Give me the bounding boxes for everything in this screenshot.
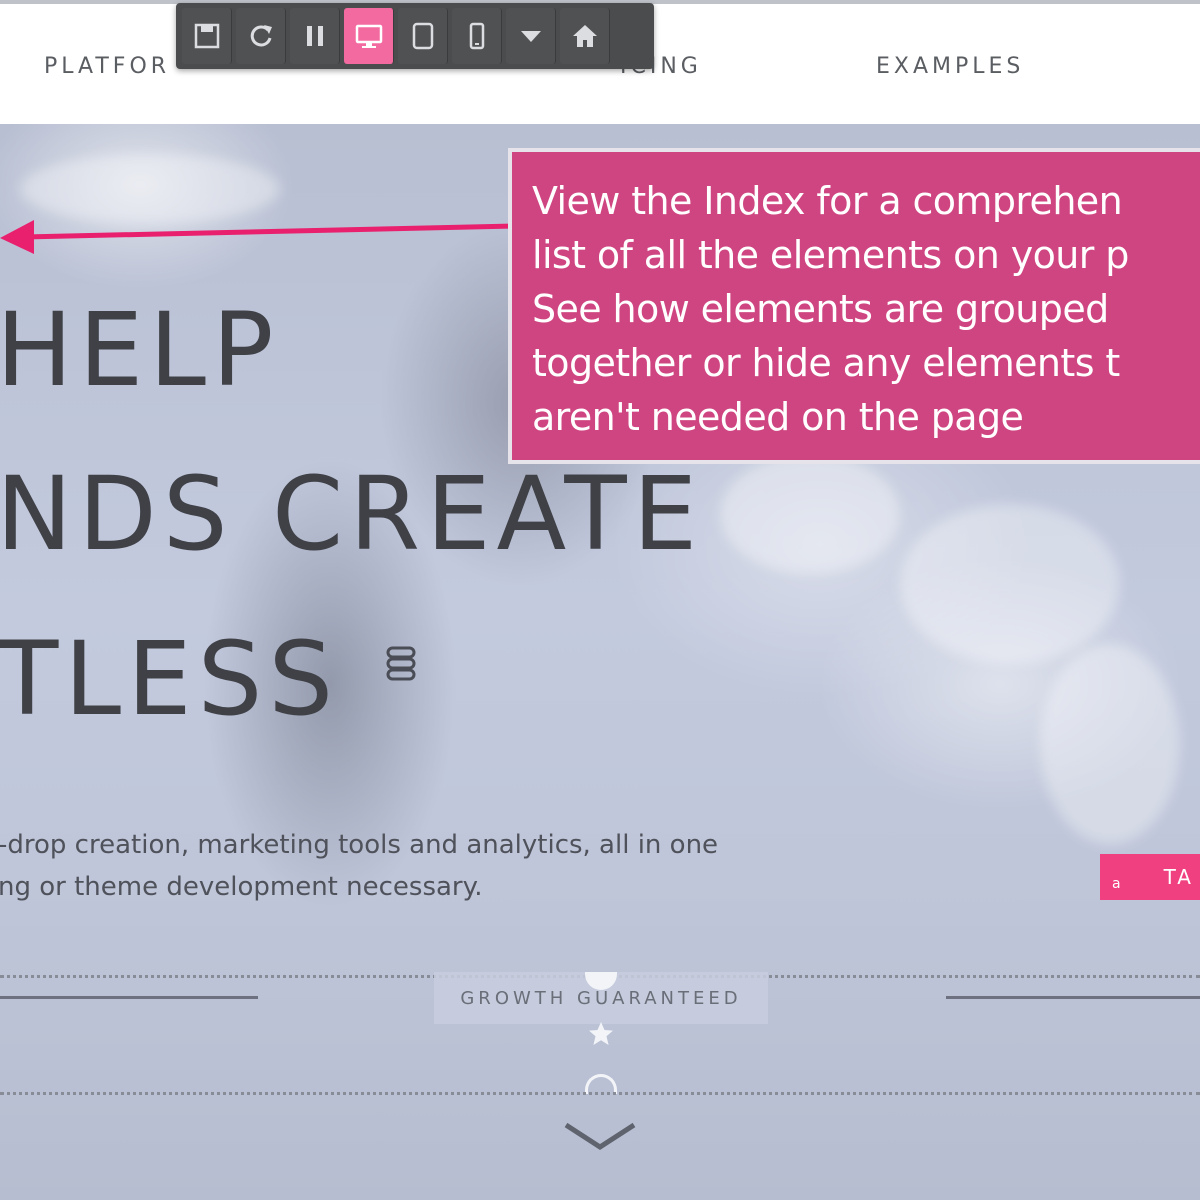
pause-button[interactable] (290, 8, 340, 64)
phone-view-button[interactable] (452, 8, 502, 64)
cta-small-label: a (1112, 876, 1124, 892)
background-blob (720, 454, 900, 574)
home-icon (572, 25, 597, 47)
dropdown-icon (520, 31, 541, 42)
nav-link-examples[interactable]: EXAMPLES (876, 54, 1024, 79)
nav-link-platform[interactable]: PLATFOR (44, 54, 170, 79)
tooltip-line: See how elements are grouped (532, 287, 1109, 331)
tooltip-line: View the Index for a comprehen (532, 179, 1123, 223)
dotted-divider (0, 1092, 1200, 1095)
hero-subtext-line-2: ng or theme development necessary. (0, 872, 483, 902)
hero-heading-line-3: TLESS (0, 620, 340, 739)
divider-line-left (0, 996, 258, 999)
tablet-icon (412, 22, 433, 50)
phone-icon (469, 22, 484, 50)
circle-ornament-icon (585, 1074, 617, 1094)
refresh-button[interactable] (236, 8, 286, 64)
divider-line-right (946, 996, 1200, 999)
star-icon (589, 1022, 613, 1045)
home-button[interactable] (560, 8, 610, 64)
save-button[interactable] (182, 8, 232, 64)
hero-subtext-line-1: -drop creation, marketing tools and anal… (0, 830, 719, 860)
hero-heading-line-2: NDS CREATE (0, 455, 704, 574)
tablet-view-button[interactable] (398, 8, 448, 64)
index-tooltip: View the Index for a comprehen list of a… (508, 148, 1200, 464)
tooltip-arrow-icon (0, 220, 517, 254)
pause-icon (306, 26, 323, 46)
background-blob (900, 504, 1120, 664)
tooltip-line: together or hide any elements t (532, 341, 1120, 385)
stack-logo-icon (386, 646, 416, 681)
more-options-button[interactable] (506, 8, 556, 64)
editor-toolbar (176, 3, 654, 69)
hero-subtext: -drop creation, marketing tools and anal… (0, 824, 718, 908)
tooltip-line: list of all the elements on your p (532, 233, 1129, 277)
hero-section: HELP NDS CREATE TLESS -drop creation, ma… (0, 124, 1200, 1200)
refresh-icon (250, 25, 272, 47)
cta-button[interactable]: a TA (1100, 854, 1200, 900)
background-blob (1040, 644, 1180, 844)
tooltip-line: aren't needed on the page (532, 395, 1024, 439)
desktop-icon (355, 24, 382, 48)
cta-label: TA (1163, 865, 1194, 889)
chevron-down-icon[interactable] (562, 1119, 638, 1155)
hero-heading-line-1: HELP (0, 291, 280, 410)
save-icon (194, 23, 219, 49)
desktop-view-button[interactable] (344, 8, 394, 64)
